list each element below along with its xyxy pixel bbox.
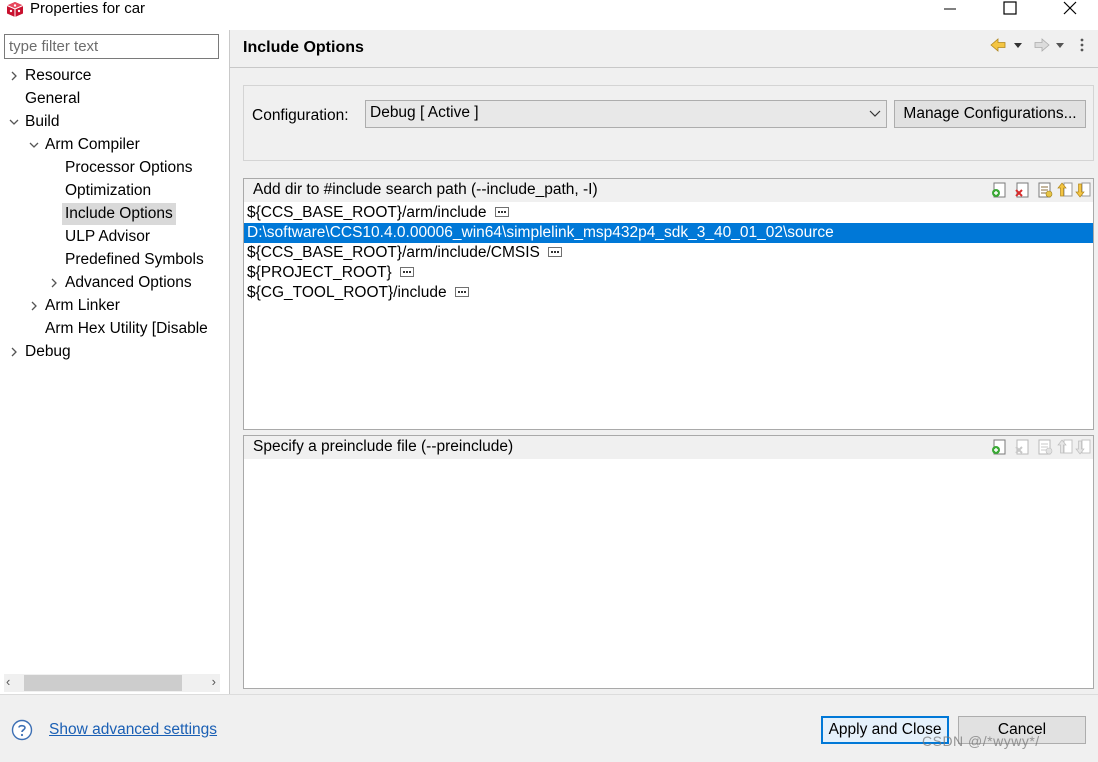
include-path-panel-header: Add dir to #include search path (--inclu…: [244, 179, 1093, 202]
configuration-selected-value: Debug [ Active ]: [370, 104, 479, 121]
tree-item-label: Arm Compiler: [45, 136, 140, 153]
edit-icon[interactable]: [1037, 182, 1053, 199]
tree-item-label: General: [25, 90, 81, 107]
show-advanced-settings-link[interactable]: Show advanced settings: [49, 721, 217, 739]
tree-item-label: Include Options: [62, 203, 176, 225]
configuration-label: Configuration:: [252, 107, 349, 124]
app-cube-icon: [6, 2, 24, 17]
preinclude-panel: Specify a preinclude file (--preinclude): [243, 435, 1094, 689]
delete-icon[interactable]: [1014, 182, 1030, 199]
tree-item-arm-linker[interactable]: Arm Linker: [28, 295, 123, 317]
include-path-text: ${CG_TOOL_ROOT}/include: [247, 284, 447, 301]
chevron-right-icon[interactable]: [28, 295, 40, 317]
minimize-icon[interactable]: [930, 0, 970, 18]
move-down-icon[interactable]: [1075, 182, 1091, 199]
property-page: Include Options Configuration: Debug [ A…: [230, 30, 1098, 694]
list-item[interactable]: ${CCS_BASE_ROOT}/arm/include/CMSIS: [244, 243, 1093, 263]
horizontal-scrollbar[interactable]: ‹ ›: [4, 674, 220, 692]
configuration-select[interactable]: Debug [ Active ]: [365, 100, 887, 128]
tree-item-debug[interactable]: Debug: [8, 341, 74, 363]
view-menu-icon[interactable]: [1080, 38, 1084, 52]
tree-item-label: Build: [25, 113, 60, 130]
left-navigation-pane: Resource General Build Arm Compiler Proc…: [0, 30, 230, 694]
include-path-text: ${PROJECT_ROOT}: [247, 264, 392, 281]
back-arrow-icon[interactable]: [990, 38, 1006, 52]
navigation-toolbar: [990, 38, 1084, 52]
tree-item-arm-hex-utility[interactable]: Arm Hex Utility [Disable: [42, 318, 220, 340]
chevron-right-icon[interactable]: [8, 65, 20, 87]
tree-item-resource[interactable]: Resource: [8, 65, 94, 87]
include-path-panel: Add dir to #include search path (--inclu…: [243, 178, 1094, 430]
scroll-right-icon[interactable]: ›: [212, 674, 216, 689]
tree-item-label: ULP Advisor: [65, 228, 151, 245]
tree-item-include-options[interactable]: Include Options: [62, 203, 176, 225]
tree-item-label: Advanced Options: [65, 274, 192, 291]
tree-item-label: Optimization: [65, 182, 152, 199]
dialog-button-bar: Show advanced settings Apply and Close C…: [0, 694, 1098, 762]
tree-item-label: Arm Hex Utility [Disable: [45, 320, 208, 337]
move-down-icon: [1075, 439, 1091, 455]
more-icon[interactable]: [454, 286, 469, 297]
scrollbar-thumb[interactable]: [24, 675, 182, 691]
tree-item-label: Debug: [25, 343, 71, 360]
page-title: Include Options: [243, 39, 364, 56]
tree-item-predefined-symbols[interactable]: Predefined Symbols: [62, 249, 207, 271]
include-path-text: ${CCS_BASE_ROOT}/arm/include/CMSIS: [247, 244, 540, 261]
add-icon[interactable]: [991, 182, 1007, 199]
help-icon[interactable]: [11, 719, 33, 741]
delete-icon: [1015, 439, 1029, 455]
chevron-right-icon[interactable]: [8, 341, 20, 363]
list-item[interactable]: ${CCS_BASE_ROOT}/arm/include: [244, 203, 1093, 223]
include-path-panel-title: Add dir to #include search path (--inclu…: [253, 181, 598, 198]
tree-item-ulp-advisor[interactable]: ULP Advisor: [62, 226, 153, 248]
add-icon[interactable]: [991, 439, 1007, 456]
forward-menu-icon[interactable]: [1056, 43, 1064, 48]
preinclude-toolbar: [977, 439, 1091, 457]
list-item[interactable]: ${PROJECT_ROOT}: [244, 263, 1093, 283]
preinclude-panel-title: Specify a preinclude file (--preinclude): [253, 438, 514, 455]
edit-icon: [1038, 439, 1053, 455]
tree-item-label: Resource: [25, 67, 92, 84]
watermark: CSDN @/*wywy*/: [922, 733, 1040, 749]
move-up-icon[interactable]: [1057, 182, 1073, 199]
include-path-text: ${CCS_BASE_ROOT}/arm/include: [247, 204, 487, 221]
manage-configurations-button[interactable]: Manage Configurations...: [894, 100, 1086, 128]
include-path-text: D:\software\CCS10.4.0.00006_win64\simple…: [247, 224, 834, 241]
tree-item-label: Processor Options: [65, 159, 193, 176]
include-path-list: ${CCS_BASE_ROOT}/arm/include D:\software…: [244, 203, 1093, 303]
list-item[interactable]: ${CG_TOOL_ROOT}/include: [244, 283, 1093, 303]
tree-item-arm-compiler[interactable]: Arm Compiler: [28, 134, 143, 156]
configuration-group: Configuration: Debug [ Active ] Manage C…: [243, 85, 1094, 161]
maximize-icon[interactable]: [990, 0, 1030, 18]
scroll-left-icon[interactable]: ‹: [6, 674, 10, 689]
tree-item-general[interactable]: General: [22, 88, 83, 110]
chevron-right-icon[interactable]: [48, 272, 60, 294]
move-up-icon: [1057, 439, 1073, 454]
filter-input[interactable]: [4, 34, 219, 59]
chevron-down-icon[interactable]: [869, 105, 881, 123]
list-item[interactable]: D:\software\CCS10.4.0.00006_win64\simple…: [244, 223, 1093, 243]
title-bar: Properties for car: [0, 0, 1098, 20]
tree-item-advanced-options[interactable]: Advanced Options: [48, 272, 195, 294]
tree-item-label: Predefined Symbols: [65, 251, 204, 268]
chevron-down-icon[interactable]: [28, 134, 40, 156]
chevron-down-icon[interactable]: [8, 111, 20, 133]
include-path-toolbar: [977, 182, 1091, 200]
more-icon[interactable]: [400, 266, 415, 277]
more-icon[interactable]: [494, 206, 509, 217]
tree-item-optimization[interactable]: Optimization: [62, 180, 154, 202]
more-icon[interactable]: [548, 246, 563, 257]
close-icon[interactable]: [1050, 0, 1090, 18]
tree-item-processor-options[interactable]: Processor Options: [62, 157, 196, 179]
tree-item-build[interactable]: Build: [8, 111, 62, 133]
page-header: Include Options: [230, 30, 1098, 68]
back-menu-icon[interactable]: [1014, 43, 1022, 48]
tree-item-label: Arm Linker: [45, 297, 120, 314]
window-title: Properties for car: [30, 0, 146, 17]
preinclude-panel-header: Specify a preinclude file (--preinclude): [244, 436, 1093, 459]
forward-arrow-icon[interactable]: [1034, 38, 1050, 52]
